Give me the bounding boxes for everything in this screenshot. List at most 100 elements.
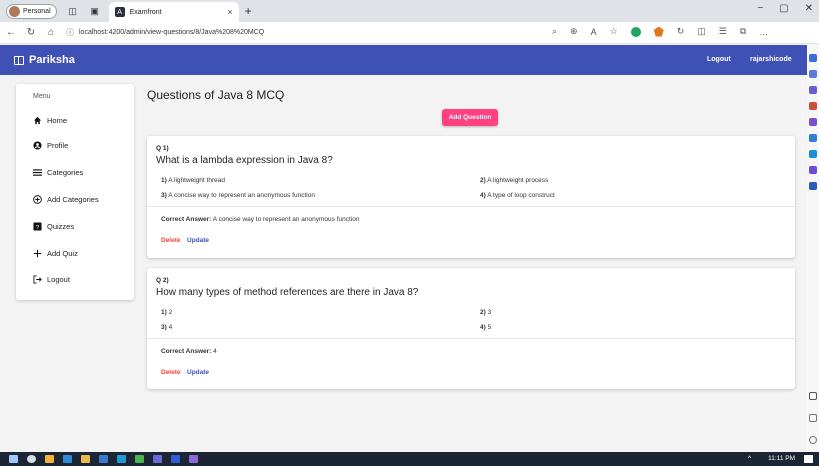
update-button[interactable]: Update	[187, 369, 209, 376]
quiz-icon: ?	[33, 222, 42, 231]
option-number: 3)	[161, 324, 167, 331]
notification-icon[interactable]	[804, 455, 813, 463]
correct-answer: Correct Answer: A concise way to represe…	[161, 216, 359, 223]
copilot-icon[interactable]	[809, 54, 817, 62]
vscode-icon[interactable]	[117, 455, 126, 463]
new-tab-button[interactable]: +	[245, 4, 252, 18]
taskbar: ^ 11:11 PM	[0, 452, 819, 466]
search-icon[interactable]	[27, 455, 36, 463]
sidebar-item-label: Logout	[47, 275, 70, 284]
workspaces-icon[interactable]: ◫	[67, 5, 79, 17]
option-1: 1) A lightweight thread	[161, 177, 225, 184]
add-question-button[interactable]: Add Question	[442, 109, 498, 126]
correct-answer: Correct Answer: 4	[161, 348, 217, 355]
correct-answer-value: 4	[213, 348, 217, 355]
more-icon[interactable]: …	[759, 27, 768, 37]
angular-favicon-icon: A	[114, 7, 125, 17]
menu-title: Menu	[33, 93, 51, 100]
username-link[interactable]: rajarshicode	[750, 56, 792, 63]
sidebar-item-add-categories[interactable]: Add Categories	[33, 195, 99, 204]
games-icon[interactable]	[809, 118, 817, 126]
start-icon[interactable]	[9, 455, 18, 463]
designer-icon[interactable]	[809, 166, 817, 174]
site-info-icon[interactable]: ⓘ	[66, 27, 74, 38]
sidebar-item-label: Profile	[47, 141, 69, 150]
favorites-icon[interactable]: ☰	[719, 26, 727, 37]
refresh-extension-icon[interactable]: ↻	[677, 26, 685, 37]
search-sidebar-icon[interactable]	[809, 70, 817, 78]
profile-button[interactable]: Personal	[6, 3, 57, 19]
home-icon	[33, 116, 42, 125]
external-link-icon[interactable]	[809, 414, 817, 422]
url-text: localhost:4200/admin/view-questions/8/Ja…	[79, 29, 265, 36]
option-4: 4) A type of loop construct	[480, 192, 555, 199]
browser-edge-sidebar	[807, 44, 819, 452]
book-icon	[14, 55, 24, 65]
tab-actions-icon[interactable]: ▣	[89, 5, 101, 17]
sidebar-item-logout[interactable]: Logout	[33, 275, 70, 284]
question-number: Q 1)	[156, 145, 169, 152]
brand-name: Pariksha	[29, 54, 75, 66]
option-text: 4	[168, 324, 173, 331]
office-icon[interactable]	[809, 150, 817, 158]
update-button[interactable]: Update	[187, 237, 209, 244]
home-browser-icon[interactable]: ⌂	[42, 27, 60, 38]
clock[interactable]: 11:11 PM	[768, 455, 795, 462]
zoom-icon[interactable]: ⊕	[570, 26, 578, 37]
logout-icon	[33, 275, 42, 284]
tray-chevron-icon[interactable]: ^	[748, 455, 751, 462]
minimize-icon[interactable]: −	[757, 3, 763, 14]
app-header: Pariksha Logout rajarshicode	[0, 45, 807, 75]
extension-green-icon[interactable]	[630, 26, 641, 37]
sidebar-layout-icon[interactable]	[809, 392, 817, 400]
sidebar-item-label: Home	[47, 116, 68, 125]
sidebar-item-profile[interactable]: Profile	[33, 141, 68, 150]
tools-icon[interactable]	[809, 134, 817, 142]
chrome-icon[interactable]	[45, 455, 54, 463]
delete-button[interactable]: Delete	[161, 237, 181, 244]
maximize-icon[interactable]: ▢	[779, 3, 788, 14]
tag-icon[interactable]	[809, 86, 817, 94]
option-number: 4)	[480, 324, 486, 331]
page-title: Questions of Java 8 MCQ	[147, 88, 285, 102]
close-tab-icon[interactable]: ×	[227, 7, 232, 17]
option-number: 1)	[161, 177, 167, 184]
header-logout-link[interactable]: Logout	[707, 56, 731, 63]
url-input[interactable]: ⓘ localhost:4200/admin/view-questions/8/…	[66, 25, 536, 41]
split-screen-icon[interactable]: ◫	[697, 26, 706, 37]
file-explorer-icon[interactable]	[81, 455, 90, 463]
question-text: How many types of method references are …	[156, 287, 419, 298]
collections-icon[interactable]: ⧉	[740, 26, 746, 37]
option-text: 5	[487, 324, 492, 331]
edge-icon[interactable]	[63, 455, 72, 463]
option-text: 2	[168, 309, 173, 316]
account-icon	[33, 141, 42, 150]
sidebar-item-add-quiz[interactable]: Add Quiz	[33, 249, 78, 258]
sidebar-item-categories[interactable]: Categories	[33, 168, 83, 177]
metamask-icon[interactable]	[653, 26, 664, 37]
refresh-icon[interactable]: ↻	[22, 27, 40, 38]
word-icon[interactable]	[809, 182, 817, 190]
app-icon[interactable]	[135, 455, 144, 463]
brand[interactable]: Pariksha	[14, 54, 75, 66]
store-icon[interactable]	[99, 455, 108, 463]
terminal-icon[interactable]	[189, 455, 198, 463]
close-window-icon[interactable]: ✕	[805, 3, 813, 14]
back-icon[interactable]: ←	[2, 27, 20, 38]
favorite-star-icon[interactable]: ☆	[610, 26, 618, 37]
read-aloud-icon[interactable]: A	[591, 27, 597, 37]
correct-answer-label: Correct Answer:	[161, 216, 212, 223]
vs-icon[interactable]	[171, 455, 180, 463]
search-icon[interactable]: ⌕	[552, 26, 557, 37]
sidebar: Menu Home Profile Categories Add Categor…	[16, 84, 134, 300]
plus-icon	[33, 249, 42, 258]
tab-examfront[interactable]: A Examfront ×	[108, 2, 239, 22]
teams-icon[interactable]	[153, 455, 162, 463]
option-text: A lightweight process	[487, 177, 549, 184]
correct-answer-label: Correct Answer:	[161, 348, 212, 355]
delete-button[interactable]: Delete	[161, 369, 181, 376]
shopping-icon[interactable]	[809, 102, 817, 110]
sidebar-item-quizzes[interactable]: ? Quizzes	[33, 222, 74, 231]
sidebar-item-home[interactable]: Home	[33, 116, 67, 125]
settings-icon[interactable]	[809, 436, 817, 444]
